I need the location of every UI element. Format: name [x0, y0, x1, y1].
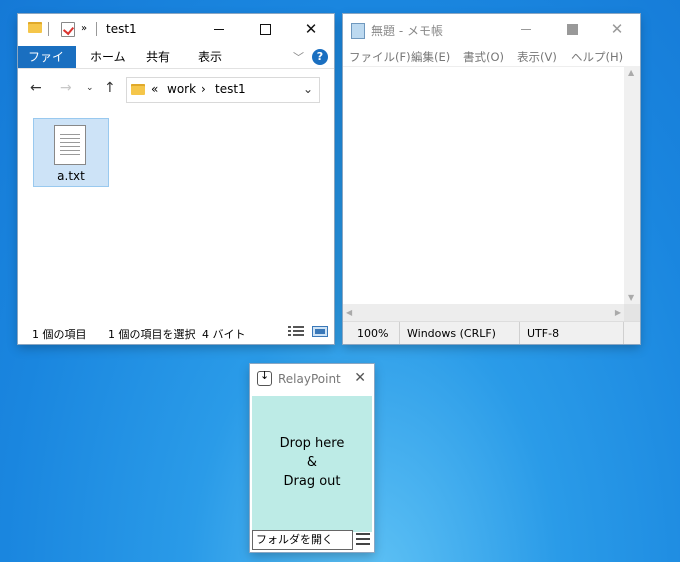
status-bar: 1 個の項目 1 個の項目を選択 4 バイト	[18, 320, 334, 344]
menu-format[interactable]: 書式(O)	[463, 49, 504, 65]
notepad-titlebar[interactable]: 無題 - メモ帳 ✕	[343, 14, 640, 46]
navigation-bar: ← → ⌄ ↑ « work › test1 ⌄	[18, 70, 334, 106]
status-bar: 100% Windows (CRLF) UTF-8	[343, 321, 640, 344]
recent-dropdown-icon[interactable]: ⌄	[86, 83, 94, 93]
minimize-button[interactable]	[196, 14, 242, 44]
folder-icon	[131, 84, 145, 95]
close-button[interactable]: ✕	[288, 14, 334, 44]
scroll-left-icon[interactable]: ◀	[346, 308, 352, 317]
divider	[96, 22, 97, 36]
menu-edit[interactable]: 編集(E)	[411, 49, 450, 65]
text-editor[interactable]	[343, 66, 624, 304]
breadcrumb-work[interactable]: work	[167, 82, 196, 96]
text-file-icon	[54, 125, 86, 165]
tab-view[interactable]: 表示	[198, 46, 222, 68]
folder-icon	[28, 22, 42, 33]
file-name: a.txt	[57, 169, 85, 183]
hamburger-menu-icon[interactable]	[356, 532, 370, 546]
explorer-window: » test1 ✕ ファイル ホーム 共有 表示 ﹀ ? ← → ⌄ ↑ « w…	[18, 14, 334, 344]
notepad-icon	[351, 23, 365, 39]
vertical-scrollbar[interactable]: ▲ ▼	[624, 66, 640, 304]
breadcrumb-separator[interactable]: ›	[201, 82, 206, 96]
drop-label-line3: Drag out	[283, 474, 341, 489]
large-icons-view-icon[interactable]	[312, 326, 328, 337]
drop-zone[interactable]: Drop here & Drag out	[252, 396, 372, 532]
selection-size: 4 バイト	[202, 328, 246, 341]
quick-access-more[interactable]: »	[81, 23, 87, 34]
scrollbar-corner	[624, 304, 640, 322]
tab-share[interactable]: 共有	[146, 46, 170, 68]
breadcrumb-overflow[interactable]: «	[151, 82, 158, 96]
notepad-window: 無題 - メモ帳 ✕ ファイル(F) 編集(E) 書式(O) 表示(V) ヘルプ…	[343, 14, 640, 344]
horizontal-scrollbar[interactable]: ◀ ▶	[343, 304, 624, 322]
window-title: 無題 - メモ帳	[371, 24, 443, 38]
relaypoint-window: RelayPoint ✕ Drop here & Drag out フォルダを開…	[250, 364, 374, 552]
ribbon-tabs: ファイル ホーム 共有 表示 ﹀ ?	[18, 46, 334, 86]
scroll-right-icon[interactable]: ▶	[615, 308, 621, 317]
properties-icon[interactable]	[61, 22, 75, 37]
back-arrow-icon[interactable]: ←	[30, 80, 42, 96]
tab-file[interactable]: ファイル	[18, 46, 76, 86]
menu-view[interactable]: 表示(V)	[517, 49, 557, 65]
scroll-down-icon[interactable]: ▼	[628, 293, 634, 302]
window-title: test1	[106, 22, 137, 36]
up-arrow-icon[interactable]: ↑	[104, 80, 116, 96]
close-button[interactable]: ✕	[594, 14, 640, 44]
maximize-button[interactable]	[549, 14, 595, 44]
drop-label-line2: &	[306, 455, 318, 470]
relaypoint-titlebar[interactable]: RelayPoint ✕	[250, 364, 374, 394]
item-count: 1 個の項目	[32, 328, 87, 341]
address-dropdown-icon[interactable]: ⌄	[303, 82, 313, 96]
minimize-button[interactable]	[503, 14, 549, 44]
selection-count: 1 個の項目を選択	[108, 328, 196, 341]
tab-home[interactable]: ホーム	[90, 46, 126, 68]
explorer-titlebar[interactable]: » test1 ✕	[18, 14, 334, 46]
forward-arrow-icon[interactable]: →	[60, 80, 72, 96]
address-bar[interactable]: « work › test1 ⌄	[126, 77, 320, 103]
menu-help[interactable]: ヘルプ(H)	[571, 49, 623, 65]
window-title: RelayPoint	[278, 372, 341, 386]
maximize-button[interactable]	[242, 14, 288, 44]
line-ending: Windows (CRLF)	[407, 327, 496, 340]
expand-ribbon-icon[interactable]: ﹀	[293, 49, 304, 65]
zoom-level: 100%	[357, 327, 389, 340]
divider	[48, 22, 49, 36]
close-icon[interactable]: ✕	[354, 370, 366, 386]
menu-bar: ファイル(F) 編集(E) 書式(O) 表示(V) ヘルプ(H)	[343, 46, 640, 66]
encoding: UTF-8	[527, 327, 560, 340]
scroll-up-icon[interactable]: ▲	[628, 68, 634, 77]
breadcrumb-test1[interactable]: test1	[215, 82, 246, 96]
help-icon[interactable]: ?	[312, 49, 328, 65]
drop-label-line1: Drop here	[279, 436, 345, 451]
open-folder-button[interactable]: フォルダを開く	[252, 530, 353, 550]
menu-file[interactable]: ファイル(F)	[349, 49, 411, 65]
file-item[interactable]: a.txt	[33, 118, 109, 187]
download-icon	[257, 369, 272, 386]
details-view-icon[interactable]	[288, 326, 304, 337]
